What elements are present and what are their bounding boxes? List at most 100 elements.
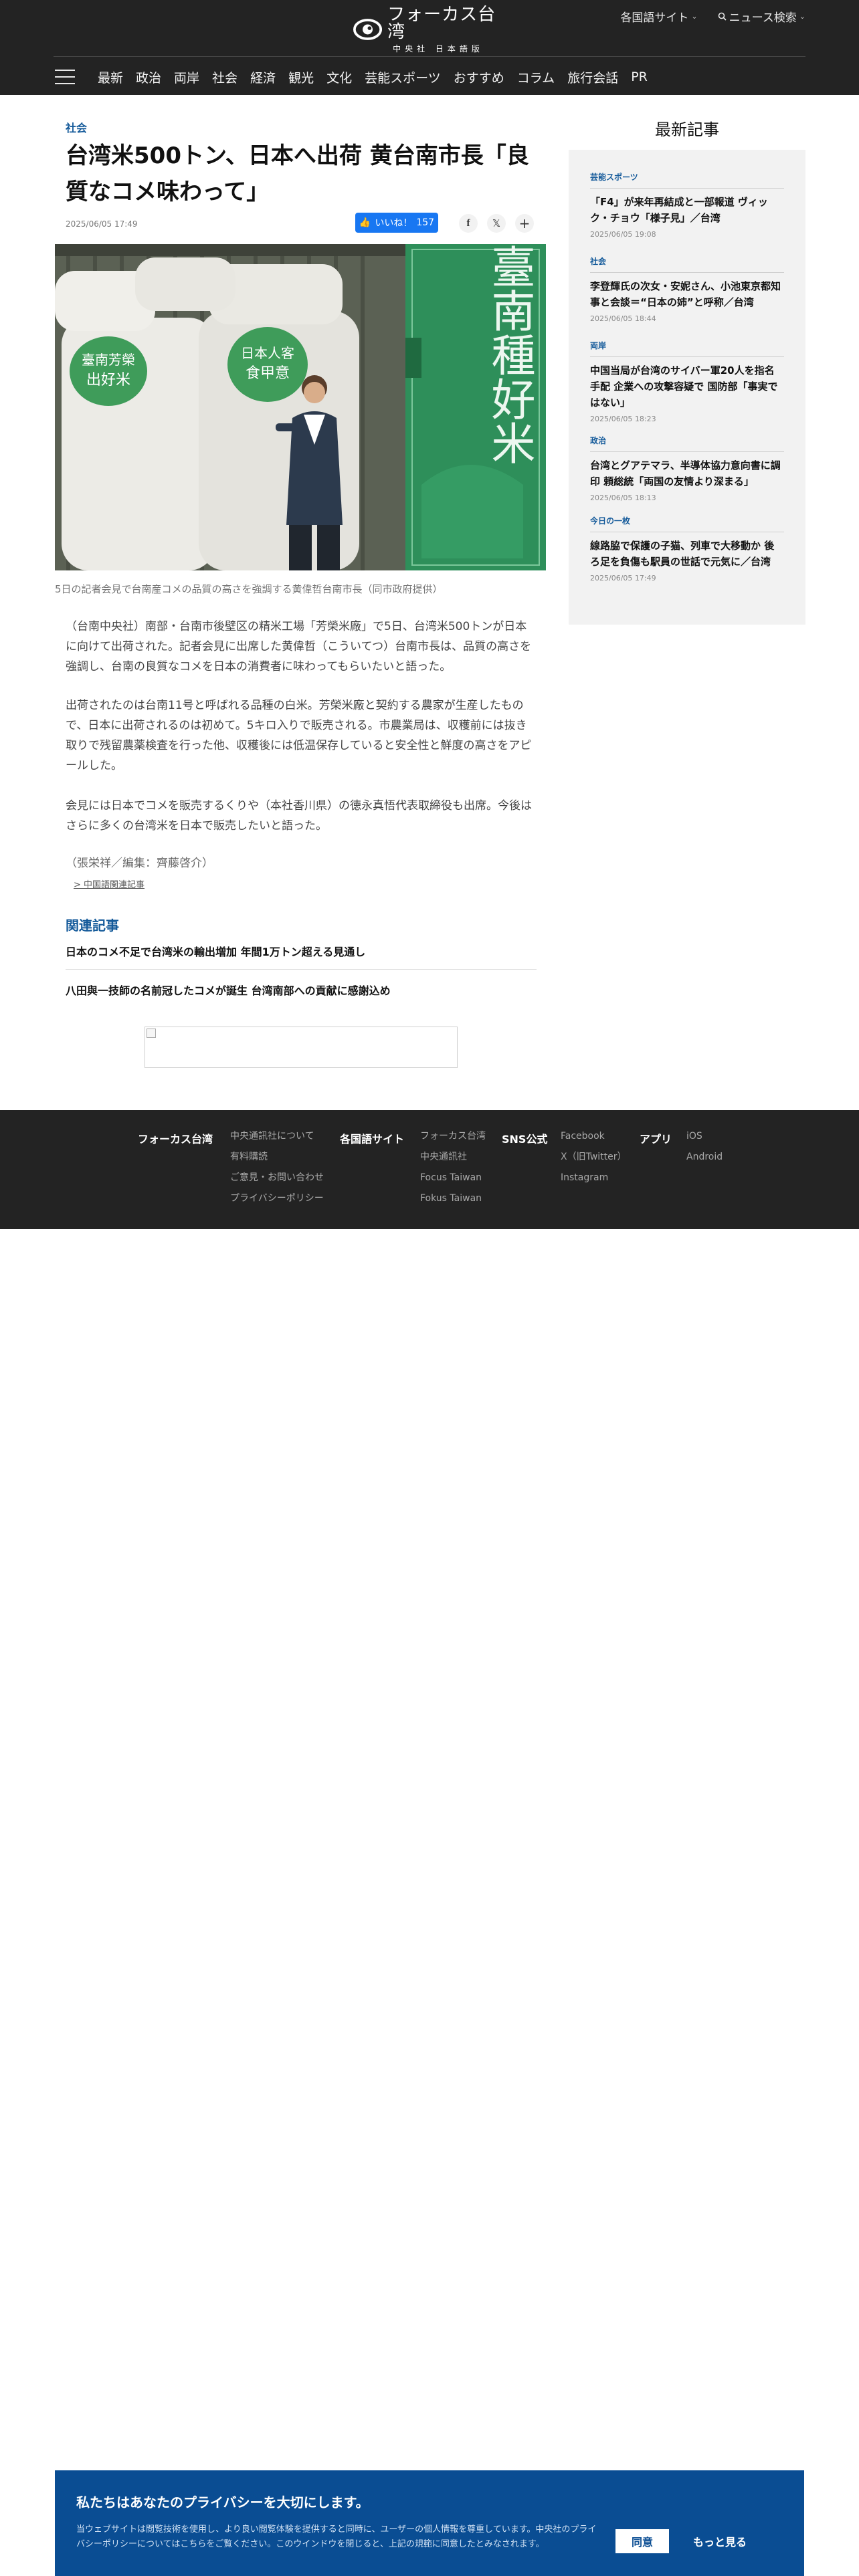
logo-eye-icon: [353, 19, 383, 40]
learn-more-button[interactable]: もっと見る: [686, 2529, 753, 2553]
footer-link[interactable]: iOS: [686, 1126, 723, 1147]
footer-link[interactable]: ご意見・お問い合わせ: [230, 1168, 324, 1188]
latest-news-divider: [590, 188, 784, 189]
nav-item-culture[interactable]: 文化: [326, 68, 352, 86]
bag-label-mid-2: 食甲意: [246, 365, 290, 382]
latest-news-category[interactable]: 社会: [590, 255, 784, 267]
article-hero-image: 臺南芳榮 出好米 日本人客 食甲意 臺南種好米: [55, 244, 546, 570]
footer-link[interactable]: Instagram: [561, 1168, 627, 1188]
footer-links-sns: Facebook X（旧Twitter） Instagram: [561, 1126, 627, 1188]
footer-link[interactable]: Fokus Taiwan: [420, 1188, 486, 1209]
nav-item-pr[interactable]: PR: [631, 70, 648, 84]
article-byline: （張栄祥／編集：齊藤啓介）: [66, 857, 213, 870]
agree-button[interactable]: 同意: [615, 2529, 669, 2553]
footer-link[interactable]: 有料購読: [230, 1147, 324, 1168]
latest-news-item[interactable]: 芸能スポーツ 「F4」が来年再結成と一部報道 ヴィック・チョウ「様子見」／台湾 …: [590, 171, 784, 239]
footer-link[interactable]: フォーカス台湾: [420, 1126, 486, 1147]
latest-news-divider: [590, 272, 784, 273]
latest-news-item[interactable]: 社会 李登輝氏の次女・安妮さん、小池東京都知事と会談＝“日本の姉”と呼称／台湾 …: [590, 255, 784, 323]
article-paragraph: 出荷されたのは台南11号と呼ばれる品種の白米。芳榮米廠と契約する農家が生産したも…: [66, 699, 532, 772]
lang-sites-dropdown[interactable]: 各国語サイト ⌄: [620, 8, 697, 25]
search-icon: [718, 12, 727, 21]
footer-column-heading: SNS公式: [502, 1133, 548, 1146]
footer-column-heading: フォーカス台湾: [138, 1133, 213, 1146]
latest-news-category[interactable]: 今日の一枚: [590, 515, 784, 526]
article-category[interactable]: 社会: [66, 119, 87, 135]
bag-label-left-2: 出好米: [86, 372, 130, 389]
latest-news-title[interactable]: 台湾とグアテマラ、半導体協力意向書に調印 頼総統「両国の友情より深まる」: [590, 457, 784, 490]
nav-item-travel-phrases[interactable]: 旅行会話: [567, 68, 618, 86]
footer-column-sns: SNS公式: [502, 1130, 547, 1146]
related-article-item[interactable]: 日本のコメ不足で台湾米の輸出増加 年間1万トン超える見通し: [66, 943, 537, 959]
hero-photo-illustration: 臺南芳榮 出好米 日本人客 食甲意 臺南種好米: [55, 244, 546, 570]
related-divider: [66, 969, 537, 970]
more-share-icon[interactable]: +: [515, 214, 534, 233]
broken-image-icon: [147, 1029, 156, 1038]
latest-news-item[interactable]: 政治 台湾とグアテマラ、半導体協力意向書に調印 頼総統「両国の友情より深まる」 …: [590, 435, 784, 502]
facebook-share-icon[interactable]: f: [459, 214, 478, 233]
latest-news-title[interactable]: 線路脇で保護の子猫、列車で大移動か 後ろ足を負傷も駅員の世話で元気に／台湾: [590, 538, 784, 570]
site-footer: フォーカス台湾 中央通訊社について 有料購読 ご意見・お問い合わせ プライバシー…: [0, 1110, 859, 1229]
footer-column-heading: 各国語サイト: [340, 1133, 405, 1146]
latest-news-item[interactable]: 両岸 中国当局が台湾のサイバー軍20人を指名手配 企業への攻撃容疑で 国防部「事…: [590, 340, 784, 423]
latest-news-title[interactable]: 中国当局が台湾のサイバー軍20人を指名手配 企業への攻撃容疑で 国防部「事実では…: [590, 362, 784, 411]
footer-column-apps: アプリ: [640, 1130, 672, 1146]
like-label: いいね！: [375, 218, 413, 229]
nav-item-society[interactable]: 社会: [212, 68, 237, 86]
article-title: 台湾米500トン、日本へ出荷 黄台南市長「良質なコメ味わって」: [66, 142, 529, 205]
privacy-cookie-banner: 私たちはあなたのプライバシーを大切にします。 当ウェブサイトは閲覧技術を使用し、…: [55, 2470, 804, 2576]
footer-link[interactable]: Android: [686, 1147, 723, 1168]
related-article-item[interactable]: 八田與一技師の名前冠したコメが誕生 台湾南部への貢献に感謝込め: [66, 982, 537, 998]
bag-label-mid-1: 日本人客: [241, 345, 294, 361]
nav-item-entertainment-sports[interactable]: 芸能スポーツ: [365, 68, 441, 86]
thumbs-up-icon: 👍: [359, 217, 371, 228]
hamburger-menu-icon[interactable]: [55, 70, 75, 84]
article-paragraph: 会見には日本でコメを販売するくりや（本社香川県）の徳永真悟代表取締役も出席。今後…: [66, 799, 532, 833]
latest-news-heading: 最新記事: [655, 120, 719, 139]
nav-item-tourism[interactable]: 観光: [288, 68, 314, 86]
latest-news-category[interactable]: 芸能スポーツ: [590, 171, 784, 183]
footer-links-apps: iOS Android: [686, 1126, 723, 1168]
site-logo[interactable]: フォーカス台湾 中央社 日本語版: [353, 6, 506, 53]
ad-placeholder[interactable]: [145, 1027, 458, 1068]
nav-item-politics[interactable]: 政治: [136, 68, 161, 86]
footer-links-focus-taiwan: 中央通訊社について 有料購読 ご意見・お問い合わせ プライバシーポリシー: [230, 1126, 324, 1209]
chinese-related-article-label: > 中国語関連記事: [74, 880, 145, 890]
latest-news-title[interactable]: 李登輝氏の次女・安妮さん、小池東京都知事と会談＝“日本の姉”と呼称／台湾: [590, 278, 784, 310]
footer-link[interactable]: X（旧Twitter）: [561, 1147, 627, 1168]
nav-item-recommended[interactable]: おすすめ: [454, 68, 504, 86]
facebook-like-button[interactable]: 👍 いいね！ 157: [355, 213, 438, 233]
footer-column-heading: アプリ: [640, 1133, 672, 1146]
footer-column-focus-taiwan: フォーカス台湾: [138, 1130, 213, 1146]
latest-news-date: 2025/06/05 17:49: [590, 574, 656, 582]
latest-news-title[interactable]: 「F4」が来年再結成と一部報道 ヴィック・チョウ「様子見」／台湾: [590, 194, 784, 226]
footer-column-language-sites: 各国語サイト: [340, 1130, 404, 1146]
news-search-button[interactable]: ニュース検索 ⌄: [718, 8, 805, 25]
latest-news-item[interactable]: 今日の一枚 線路脇で保護の子猫、列車で大移動か 後ろ足を負傷も駅員の世話で元気に…: [590, 515, 784, 582]
chevron-down-icon: ⌄: [799, 12, 805, 21]
like-count: 157: [416, 217, 435, 228]
image-caption: 5日の記者会見で台南産コメの品質の高さを強調する黄偉哲台南市長（同市政府提供）: [55, 583, 443, 595]
bag-label-left-1: 臺南芳榮: [82, 352, 135, 368]
cookie-banner-text: 当ウェブサイトは閲覧技術を使用し、より良い閲覧体験を提供すると同時に、ユーザーの…: [76, 2525, 597, 2549]
latest-news-category[interactable]: 政治: [590, 435, 784, 446]
logo-main-text: フォーカス台湾: [387, 5, 496, 42]
nav-item-cross-strait[interactable]: 両岸: [174, 68, 199, 86]
x-share-icon[interactable]: 𝕏: [487, 214, 506, 233]
footer-link[interactable]: 中央通訊社について: [230, 1126, 324, 1147]
chevron-down-icon: ⌄: [691, 12, 698, 21]
footer-links-language-sites: フォーカス台湾 中央通訊社 Focus Taiwan Fokus Taiwan: [420, 1126, 486, 1209]
latest-news-date: 2025/06/05 19:08: [590, 230, 656, 239]
nav-item-latest[interactable]: 最新: [98, 68, 123, 86]
news-search-label: ニュース検索: [729, 11, 797, 25]
footer-link[interactable]: 中央通訊社: [420, 1147, 486, 1168]
chinese-related-article-link[interactable]: > 中国語関連記事: [74, 877, 145, 890]
footer-link[interactable]: Focus Taiwan: [420, 1168, 486, 1188]
latest-news-category[interactable]: 両岸: [590, 340, 784, 351]
footer-link[interactable]: プライバシーポリシー: [230, 1188, 324, 1209]
nav-item-column[interactable]: コラム: [517, 68, 555, 86]
footer-link[interactable]: Facebook: [561, 1126, 627, 1147]
sign-main-text: 臺南種好米: [484, 244, 536, 465]
article-paragraph: （台南中央社）南部・台南市後壁区の精米工場「芳榮米廠」で5日、台湾米500トンが…: [66, 620, 532, 673]
nav-item-economy[interactable]: 経済: [250, 68, 276, 86]
